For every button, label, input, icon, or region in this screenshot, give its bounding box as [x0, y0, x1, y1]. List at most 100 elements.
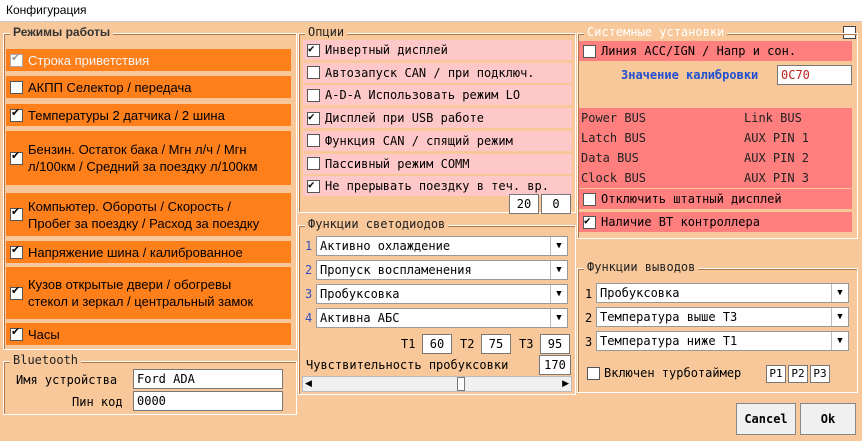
output-select[interactable]: Температура выше T3 ▼ [596, 307, 849, 327]
bus-right-label: AUX PIN 3 [744, 171, 810, 185]
option-row[interactable]: Функция CAN / спящий режим [303, 130, 572, 151]
acc-checkbox[interactable] [583, 44, 596, 58]
modes-title: Режимы работы [10, 25, 114, 39]
mode-row[interactable]: АКПП Селектор / передача [6, 76, 291, 98]
output-number: 3 [585, 335, 593, 349]
option-row[interactable]: Пассивный режим COMM [303, 153, 572, 174]
t3-input[interactable]: 95 [540, 334, 570, 354]
bt-controller-label: Наличие BT контроллера [601, 215, 760, 229]
cancel-button[interactable]: Cancel [736, 403, 796, 435]
option-checkbox[interactable] [307, 157, 320, 170]
title-bar: Конфигурация [0, 0, 862, 22]
mode-label: Бензин. Остаток бака / Мгн л/ч / Мгн л/10… [28, 141, 258, 175]
mode-label-line: АКПП Селектор / передача [28, 79, 192, 95]
output-select-value: Температура выше T3 [600, 310, 738, 324]
bus-left-label: Latch BUS [581, 131, 647, 145]
window-title: Конфигурация [6, 3, 87, 17]
leds-title: Функции светодиодов [305, 217, 449, 231]
p2-button[interactable]: P2 [788, 365, 808, 383]
mode-row[interactable]: Кузов открытые двери / обогревы стекол и … [6, 267, 291, 319]
mode-label-line: стекол и зеркал / центральный замок [28, 294, 254, 309]
mode-checkbox[interactable] [10, 285, 23, 300]
disable-display-checkbox[interactable] [583, 192, 596, 206]
chevron-down-icon[interactable]: ▼ [550, 309, 567, 327]
trip-value-2[interactable]: 0 [541, 194, 571, 214]
led-number: 4 [305, 311, 313, 325]
mode-checkbox[interactable] [10, 107, 23, 122]
acc-row[interactable]: Линия ACC/IGN / Напр и сон. [579, 41, 852, 61]
turbo-checkbox[interactable] [587, 367, 600, 380]
slip-input[interactable]: 170 [539, 355, 571, 375]
mode-row[interactable]: Бензин. Остаток бака / Мгн л/ч / Мгн л/10… [6, 131, 291, 185]
trip-value-1[interactable]: 20 [509, 194, 539, 214]
mode-row[interactable]: Часы [6, 323, 291, 345]
device-name-input[interactable]: Ford ADA [133, 369, 283, 389]
chevron-down-icon[interactable]: ▼ [831, 284, 848, 302]
option-checkbox[interactable] [307, 88, 320, 102]
led-select[interactable]: Пропуск воспламенения ▼ [316, 260, 568, 280]
mode-label: Напряжение шина / калиброванное [28, 244, 243, 261]
slip-slider[interactable]: ◀ ▶ [302, 376, 572, 392]
option-checkbox[interactable] [307, 66, 320, 80]
mode-checkbox[interactable] [10, 80, 23, 94]
slider-thumb[interactable] [456, 377, 465, 391]
option-row[interactable]: Дисплей при USB работе [303, 108, 572, 129]
mode-row[interactable]: Строка приветствия [6, 49, 291, 71]
option-checkbox[interactable] [307, 110, 320, 125]
output-select[interactable]: Пробуксовка ▼ [596, 283, 849, 303]
slider-left-arrow-icon[interactable]: ◀ [305, 378, 312, 389]
output-select[interactable]: Температура ниже T1 ▼ [596, 331, 849, 351]
t1-input[interactable]: 60 [422, 334, 452, 354]
bus-left-label: Clock BUS [581, 171, 647, 185]
chevron-down-icon[interactable]: ▼ [550, 285, 567, 303]
mode-checkbox[interactable] [10, 326, 23, 341]
mode-label: АКПП Селектор / передача [28, 79, 191, 96]
led-select[interactable]: Пробуксовка ▼ [316, 284, 568, 304]
p1-button[interactable]: P1 [766, 365, 786, 383]
option-checkbox[interactable] [307, 42, 320, 57]
mode-checkbox[interactable] [10, 150, 23, 165]
option-row[interactable]: A-D-A Использовать режим LO [303, 85, 572, 106]
bluetooth-title: Bluetooth [10, 353, 82, 367]
slip-label: Чувствительность пробуксовки [306, 358, 509, 372]
option-label: Автозапуск CAN / при подключ. [325, 65, 535, 80]
option-row[interactable]: Инвертный дисплей [303, 40, 572, 60]
mode-row[interactable]: Компьютер. Обороты / Скорость /Пробег за… [6, 193, 291, 236]
mode-label-line: Бензин. Остаток бака / Мгн л/ч / Мгн [28, 142, 247, 157]
led-select[interactable]: Активно охлаждение ▼ [316, 236, 568, 256]
mode-checkbox[interactable] [10, 206, 23, 221]
bus-left-label: Data BUS [581, 151, 639, 165]
output-select-value: Пробуксовка [600, 286, 680, 300]
option-label: Дисплей при USB работе [325, 111, 484, 126]
ok-button[interactable]: Ok [800, 403, 856, 435]
option-label: A-D-A Использовать режим LO [325, 88, 521, 103]
mode-checkbox[interactable] [10, 244, 23, 259]
mode-row[interactable]: Напряжение шина / калиброванное [6, 241, 291, 263]
disable-display-row[interactable]: Отключить штатный дисплей [579, 189, 852, 209]
bus-right-label: Link BUS [744, 111, 802, 125]
slider-right-arrow-icon[interactable]: ▶ [562, 378, 569, 389]
option-checkbox[interactable] [307, 178, 320, 193]
led-select-value: Активна АБС [320, 311, 400, 325]
bus-row: Power BUS Link BUS [579, 108, 852, 128]
t3-label: T3 [519, 337, 534, 351]
calib-input[interactable]: 0C70 [777, 65, 852, 85]
option-row[interactable]: Автозапуск CAN / при подключ. [303, 62, 572, 83]
led-select[interactable]: Активна АБС ▼ [316, 308, 568, 328]
chevron-down-icon[interactable]: ▼ [831, 332, 848, 350]
bt-controller-row[interactable]: Наличие BT контроллера [579, 212, 852, 232]
option-checkbox[interactable] [307, 134, 320, 148]
mode-row[interactable]: Температуры 2 датчика / 2 шина [6, 104, 291, 126]
option-label: Функция CAN / спящий режим [325, 133, 513, 148]
chevron-down-icon[interactable]: ▼ [831, 308, 848, 326]
bt-controller-checkbox[interactable] [583, 214, 596, 229]
mode-checkbox[interactable] [10, 52, 23, 67]
t2-input[interactable]: 75 [481, 334, 511, 354]
pin-input[interactable]: 0000 [133, 391, 283, 411]
p3-button[interactable]: P3 [810, 365, 830, 383]
mode-label: Температуры 2 датчика / 2 шина [28, 107, 225, 124]
option-label: Пассивный режим COMM [325, 156, 470, 171]
pin-label: Пин код [72, 395, 123, 409]
chevron-down-icon[interactable]: ▼ [550, 261, 567, 279]
chevron-down-icon[interactable]: ▼ [550, 237, 567, 255]
